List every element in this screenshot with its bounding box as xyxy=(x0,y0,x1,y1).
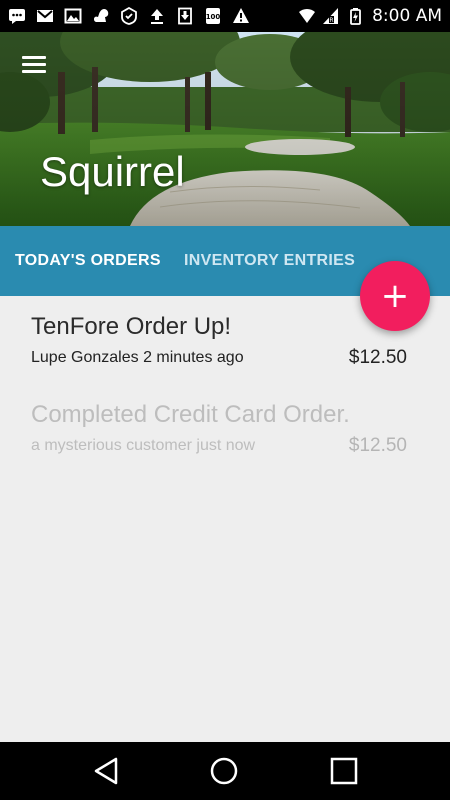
signal-icon: R xyxy=(322,7,340,25)
tab-todays-orders[interactable]: TODAY'S ORDERS xyxy=(15,226,161,296)
order-price: $12.50 xyxy=(348,347,407,368)
photo-icon xyxy=(64,7,82,25)
svg-text:100: 100 xyxy=(206,13,221,21)
home-icon[interactable] xyxy=(209,756,239,786)
recents-icon[interactable] xyxy=(329,756,359,786)
order-title: Completed Credit Card Order. xyxy=(31,401,350,428)
back-icon[interactable] xyxy=(92,756,122,786)
hamburger-menu-icon[interactable] xyxy=(22,54,48,76)
notification-icons: 100 xyxy=(8,7,250,25)
order-item[interactable]: TenFore Order Up! Lupe Gonzales 2 minute… xyxy=(0,296,450,384)
system-nav-bar xyxy=(0,742,450,800)
status-bar: 100 R 8:00 AM xyxy=(0,0,450,32)
order-subtitle: Lupe Gonzales 2 minutes ago xyxy=(31,349,244,366)
orders-list: TenFore Order Up! Lupe Gonzales 2 minute… xyxy=(0,296,450,472)
download-icon xyxy=(176,7,194,25)
clock: 8:00 AM xyxy=(372,6,442,26)
order-item[interactable]: Completed Credit Card Order. a mysteriou… xyxy=(0,384,450,472)
wifi-icon xyxy=(298,7,316,25)
badge-100-icon: 100 xyxy=(204,7,222,25)
svg-text:R: R xyxy=(330,17,334,24)
gmail-icon xyxy=(36,7,54,25)
system-icons: R 8:00 AM xyxy=(298,6,442,26)
warning-icon xyxy=(232,7,250,25)
squirrel-icon xyxy=(92,7,110,25)
app-title: Squirrel xyxy=(40,148,185,195)
golf-course-image xyxy=(0,32,450,226)
battery-saver-icon xyxy=(120,7,138,25)
order-subtitle: a mysterious customer just now xyxy=(31,437,256,454)
order-title: TenFore Order Up! xyxy=(31,313,232,340)
tab-inventory-entries[interactable]: INVENTORY ENTRIES xyxy=(184,226,355,296)
upload-icon xyxy=(148,7,166,25)
battery-charging-icon xyxy=(346,7,364,25)
messages-icon xyxy=(8,7,26,25)
order-price: $12.50 xyxy=(348,435,407,456)
header-banner: Squirrel xyxy=(0,32,450,226)
